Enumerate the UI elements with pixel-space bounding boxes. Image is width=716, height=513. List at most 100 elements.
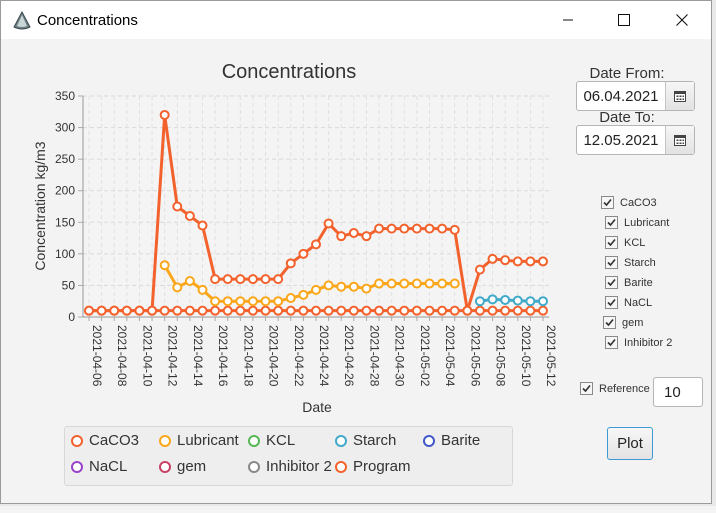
legend-label: NaCL	[89, 458, 128, 475]
data-point-program	[235, 305, 246, 316]
data-point-caco3	[323, 218, 334, 229]
legend-label: Inhibitor 2	[266, 458, 332, 475]
legend-item: Lubricant	[159, 432, 239, 449]
title-bar[interactable]: Concentrations	[1, 1, 711, 39]
reference-checkbox[interactable]	[580, 382, 593, 395]
data-point-program	[172, 305, 183, 316]
data-point-caco3	[109, 305, 120, 316]
series-checkbox[interactable]	[605, 236, 618, 249]
series-checkbox[interactable]	[605, 256, 618, 269]
y-tick-label: 0	[68, 310, 75, 324]
data-point-program	[159, 305, 170, 316]
data-point-caco3	[512, 256, 523, 267]
date-to-label: Date To:	[599, 109, 655, 126]
data-point-caco3	[311, 239, 321, 250]
x-tick-label: 2021-04-06	[90, 325, 104, 387]
checkmark-icon	[605, 318, 614, 327]
x-tick-label: 2021-04-28	[367, 325, 381, 387]
data-point-program	[336, 305, 347, 316]
data-point-lubricant	[172, 282, 183, 293]
series-checkbox[interactable]	[605, 296, 618, 309]
data-point-program	[361, 305, 372, 316]
data-point-lubricant	[247, 296, 258, 307]
data-point-caco3	[361, 231, 372, 242]
y-tick-label: 50	[62, 278, 76, 292]
series-checkbox-label: Lubricant	[624, 217, 670, 229]
x-tick-label: 2021-04-16	[216, 325, 230, 387]
series-checkbox-label: CaCO3	[620, 197, 657, 209]
data-point-lubricant	[197, 284, 208, 295]
legend-item: Barite	[423, 432, 480, 449]
date-from-label: Date From:	[589, 65, 665, 82]
data-point-program	[222, 305, 233, 316]
legend-label: CaCO3	[89, 432, 140, 449]
app-logo-icon	[13, 11, 31, 30]
reference-input[interactable]	[653, 377, 703, 407]
data-point-lubricant	[348, 281, 359, 292]
series-checkbox[interactable]	[601, 196, 614, 209]
date-from-input[interactable]	[577, 82, 665, 110]
data-point-caco3	[487, 253, 498, 264]
data-point-starch	[474, 296, 485, 307]
data-point-caco3	[235, 274, 246, 285]
legend-label: Lubricant	[177, 432, 239, 449]
legend-item: Program	[335, 458, 411, 475]
plot-button[interactable]: Plot	[607, 427, 653, 460]
legend-item: NaCL	[71, 458, 127, 475]
y-axis-label: Concentration kg/m3	[32, 141, 48, 270]
series-checkbox[interactable]	[605, 336, 618, 349]
series-checkbox-label: gem	[622, 317, 644, 329]
data-point-caco3	[437, 223, 448, 234]
data-point-caco3	[247, 274, 258, 285]
legend-label: Starch	[353, 432, 397, 449]
data-point-lubricant	[323, 280, 334, 291]
x-tick-label: 2021-04-10	[140, 325, 154, 387]
chart-title: Concentrations	[222, 61, 357, 83]
data-point-caco3	[525, 256, 536, 267]
window-content: Concentrations Concentration kg/m3 Date …	[1, 39, 711, 503]
legend-label: Program	[353, 458, 411, 475]
data-point-lubricant	[298, 289, 309, 300]
checkmark-icon	[582, 384, 591, 393]
x-axis-label: Date	[302, 399, 332, 415]
data-point-caco3	[84, 305, 94, 316]
data-point-lubricant	[184, 276, 195, 287]
data-point-starch	[487, 294, 498, 305]
series-checkbox-label: NaCL	[624, 297, 653, 309]
date-from-calendar-button[interactable]	[665, 82, 694, 110]
data-point-lubricant	[336, 281, 347, 292]
data-point-caco3	[538, 256, 548, 267]
series-checkbox[interactable]	[603, 316, 616, 329]
series-checkbox[interactable]	[605, 276, 618, 289]
data-point-lubricant	[235, 296, 246, 307]
data-point-program	[487, 305, 498, 316]
x-tick-label: 2021-05-06	[468, 325, 482, 387]
data-point-program	[348, 305, 359, 316]
data-point-caco3	[96, 305, 107, 316]
date-from-picker	[576, 81, 695, 111]
legend-marker-icon	[71, 434, 83, 447]
reference-label: Reference	[599, 383, 650, 395]
data-point-caco3	[159, 109, 170, 120]
data-point-program	[386, 305, 397, 316]
date-to-input[interactable]	[577, 126, 665, 154]
data-point-program	[474, 305, 485, 316]
maximize-button[interactable]	[601, 1, 647, 39]
data-point-caco3	[121, 305, 132, 316]
data-point-program	[411, 305, 422, 316]
series-checkbox[interactable]	[605, 216, 618, 229]
checkmark-icon	[607, 258, 616, 267]
close-button[interactable]	[659, 1, 705, 39]
data-point-caco3	[273, 274, 284, 285]
data-point-caco3	[424, 223, 435, 234]
legend-item: KCL	[248, 432, 295, 449]
data-point-caco3	[374, 223, 385, 234]
data-point-lubricant	[437, 278, 448, 289]
chart-legend: CaCO3 Lubricant KCL Starch Barite NaCL gem Inhi…	[64, 426, 513, 486]
date-to-calendar-button[interactable]	[665, 126, 694, 154]
data-point-lubricant	[361, 283, 372, 294]
window-title: Concentrations	[37, 12, 138, 29]
minimize-button[interactable]	[545, 1, 591, 39]
x-tick-label: 2021-04-26	[342, 325, 356, 387]
data-point-lubricant	[424, 278, 435, 289]
